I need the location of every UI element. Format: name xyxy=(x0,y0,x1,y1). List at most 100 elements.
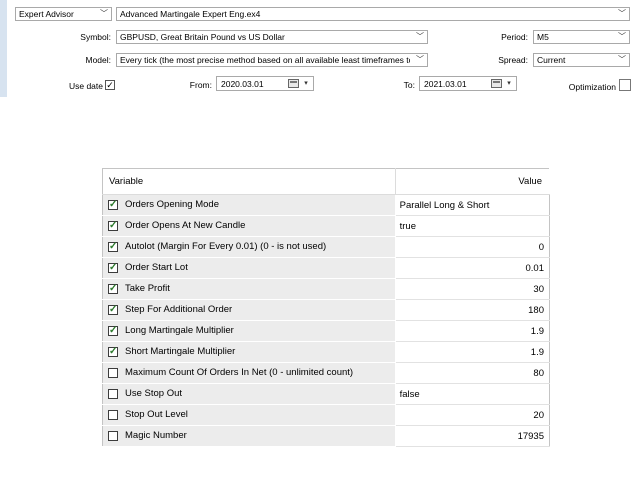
expert-file-select[interactable]: Advanced Martingale Expert Eng.ex4 ﹀ xyxy=(116,7,630,21)
parameter-checkbox[interactable]: ✓ xyxy=(108,347,118,357)
table-header-row: Variable Value xyxy=(102,168,551,195)
value-cell[interactable]: 1.9 xyxy=(395,320,551,342)
table-row[interactable]: ✓ Long Martingale Multiplier 1.9 xyxy=(102,320,551,342)
parameter-checkbox[interactable] xyxy=(108,431,118,441)
variable-name: Long Martingale Multiplier xyxy=(125,325,234,336)
table-row[interactable]: ✓ Autolot (Margin For Every 0.01) (0 - is… xyxy=(102,236,551,258)
period-value: M5 xyxy=(537,32,549,42)
variable-cell-content: ✓ Take Profit xyxy=(103,279,395,299)
parameter-checkbox[interactable]: ✓ xyxy=(108,305,118,315)
variable-cell[interactable]: ✓ Autolot (Margin For Every 0.01) (0 - is… xyxy=(102,236,396,258)
from-date-picker[interactable]: 2020.03.01 ▾ xyxy=(216,76,314,91)
value-cell[interactable]: 20 xyxy=(395,404,551,426)
variable-cell[interactable]: ✓ Take Profit xyxy=(102,278,396,300)
table-row[interactable]: ✓ Short Martingale Multiplier 1.9 xyxy=(102,341,551,363)
table-row[interactable]: ✓ Orders Opening Mode Parallel Long & Shor… xyxy=(102,194,551,216)
variable-cell-content: Magic Number xyxy=(103,426,395,446)
period-select[interactable]: M5 ﹀ xyxy=(533,30,630,44)
column-header-value[interactable]: Value xyxy=(395,168,551,195)
value-cell[interactable]: 30 xyxy=(395,278,551,300)
variable-cell[interactable]: ✓ Orders Opening Mode xyxy=(102,194,396,216)
variable-name: Use Stop Out xyxy=(125,388,183,399)
model-label: Model: xyxy=(85,55,111,65)
value-cell[interactable]: false xyxy=(395,383,551,405)
expert-file-value: Advanced Martingale Expert Eng.ex4 xyxy=(120,9,261,19)
variable-cell[interactable]: ✓ Order Opens At New Candle xyxy=(102,215,396,237)
checkmark-icon: ✓ xyxy=(109,304,118,315)
value-cell[interactable]: true xyxy=(395,215,551,237)
checkmark-icon: ✓ xyxy=(109,283,118,294)
variable-cell-content: ✓ Short Martingale Multiplier xyxy=(103,342,395,362)
table-row[interactable]: ✓ Take Profit 30 xyxy=(102,278,551,300)
variable-cell-content: Maximum Count Of Orders In Net (0 - unli… xyxy=(103,363,395,383)
column-header-variable[interactable]: Variable xyxy=(102,168,396,195)
variable-cell[interactable]: Use Stop Out xyxy=(102,383,396,405)
chevron-down-icon[interactable]: ▾ xyxy=(503,78,515,90)
variable-cell-content: ✓ Long Martingale Multiplier xyxy=(103,321,395,341)
table-row[interactable]: ✓ Order Start Lot 0.01 xyxy=(102,257,551,279)
optimization-checkbox[interactable] xyxy=(619,79,631,91)
value-cell[interactable]: 0.01 xyxy=(395,257,551,279)
parameter-checkbox[interactable] xyxy=(108,410,118,420)
chevron-down-icon: ﹀ xyxy=(618,9,626,18)
parameter-checkbox[interactable]: ✓ xyxy=(108,326,118,336)
parameters-table-body: ✓ Orders Opening Mode Parallel Long & Shor… xyxy=(102,194,551,447)
variable-name: Step For Additional Order xyxy=(125,304,233,315)
variable-cell[interactable]: Maximum Count Of Orders In Net (0 - unli… xyxy=(102,362,396,384)
to-date-value: 2021.03.01 xyxy=(424,79,467,89)
symbol-select[interactable]: GBPUSD, Great Britain Pound vs US Dollar… xyxy=(116,30,428,44)
calendar-icon[interactable] xyxy=(288,79,299,88)
calendar-icon[interactable] xyxy=(491,79,502,88)
parameter-checkbox[interactable]: ✓ xyxy=(108,263,118,273)
spread-label: Spread: xyxy=(498,55,528,65)
parameter-checkbox[interactable]: ✓ xyxy=(108,284,118,294)
variable-name: Orders Opening Mode xyxy=(125,199,219,210)
spread-select[interactable]: Current ﹀ xyxy=(533,53,630,67)
chevron-down-icon: ﹀ xyxy=(416,55,424,64)
to-label: To: xyxy=(403,80,415,90)
parameter-checkbox[interactable]: ✓ xyxy=(108,200,118,210)
checkmark-icon: ✓ xyxy=(109,241,118,252)
variable-cell[interactable]: ✓ Step For Additional Order xyxy=(102,299,396,321)
spread-value: Current xyxy=(537,55,566,65)
expert-type-value: Expert Advisor xyxy=(19,9,74,19)
value-cell[interactable]: 180 xyxy=(395,299,551,321)
variable-cell-content: ✓ Step For Additional Order xyxy=(103,300,395,320)
table-row[interactable]: Use Stop Out false xyxy=(102,383,551,405)
table-row[interactable]: Maximum Count Of Orders In Net (0 - unli… xyxy=(102,362,551,384)
checkmark-icon: ✓ xyxy=(109,262,118,273)
chevron-down-icon[interactable]: ▾ xyxy=(300,78,312,90)
variable-cell[interactable]: Stop Out Level xyxy=(102,404,396,426)
table-row[interactable]: ✓ Step For Additional Order 180 xyxy=(102,299,551,321)
variable-name: Take Profit xyxy=(125,283,170,294)
variable-name: Autolot (Margin For Every 0.01) (0 - is … xyxy=(125,241,327,252)
chevron-down-icon: ﹀ xyxy=(416,32,424,41)
variable-cell-content: ✓ Autolot (Margin For Every 0.01) (0 - is… xyxy=(103,237,395,257)
variable-cell[interactable]: ✓ Short Martingale Multiplier xyxy=(102,341,396,363)
value-cell[interactable]: Parallel Long & Short xyxy=(395,194,551,216)
variable-cell[interactable]: ✓ Order Start Lot xyxy=(102,257,396,279)
use-date-checkbox[interactable]: ✓ xyxy=(105,80,115,90)
checkmark-icon: ✓ xyxy=(109,199,118,210)
model-value: Every tick (the most precise method base… xyxy=(120,55,410,65)
left-panel-edge xyxy=(0,0,7,97)
parameter-checkbox[interactable] xyxy=(108,389,118,399)
expert-type-select[interactable]: Expert Advisor ﹀ xyxy=(15,7,112,21)
model-select[interactable]: Every tick (the most precise method base… xyxy=(116,53,428,67)
value-cell[interactable]: 17935 xyxy=(395,425,551,447)
value-cell[interactable]: 1.9 xyxy=(395,341,551,363)
table-row[interactable]: ✓ Order Opens At New Candle true xyxy=(102,215,551,237)
variable-cell-content: ✓ Order Opens At New Candle xyxy=(103,216,395,236)
variable-cell[interactable]: ✓ Long Martingale Multiplier xyxy=(102,320,396,342)
table-row[interactable]: Magic Number 17935 xyxy=(102,425,551,447)
variable-name: Order Start Lot xyxy=(125,262,188,273)
value-cell[interactable]: 80 xyxy=(395,362,551,384)
parameter-checkbox[interactable]: ✓ xyxy=(108,242,118,252)
parameter-checkbox[interactable]: ✓ xyxy=(108,221,118,231)
variable-cell[interactable]: Magic Number xyxy=(102,425,396,447)
parameter-checkbox[interactable] xyxy=(108,368,118,378)
value-cell[interactable]: 0 xyxy=(395,236,551,258)
to-date-picker[interactable]: 2021.03.01 ▾ xyxy=(419,76,517,91)
table-row[interactable]: Stop Out Level 20 xyxy=(102,404,551,426)
from-date-value: 2020.03.01 xyxy=(221,79,264,89)
